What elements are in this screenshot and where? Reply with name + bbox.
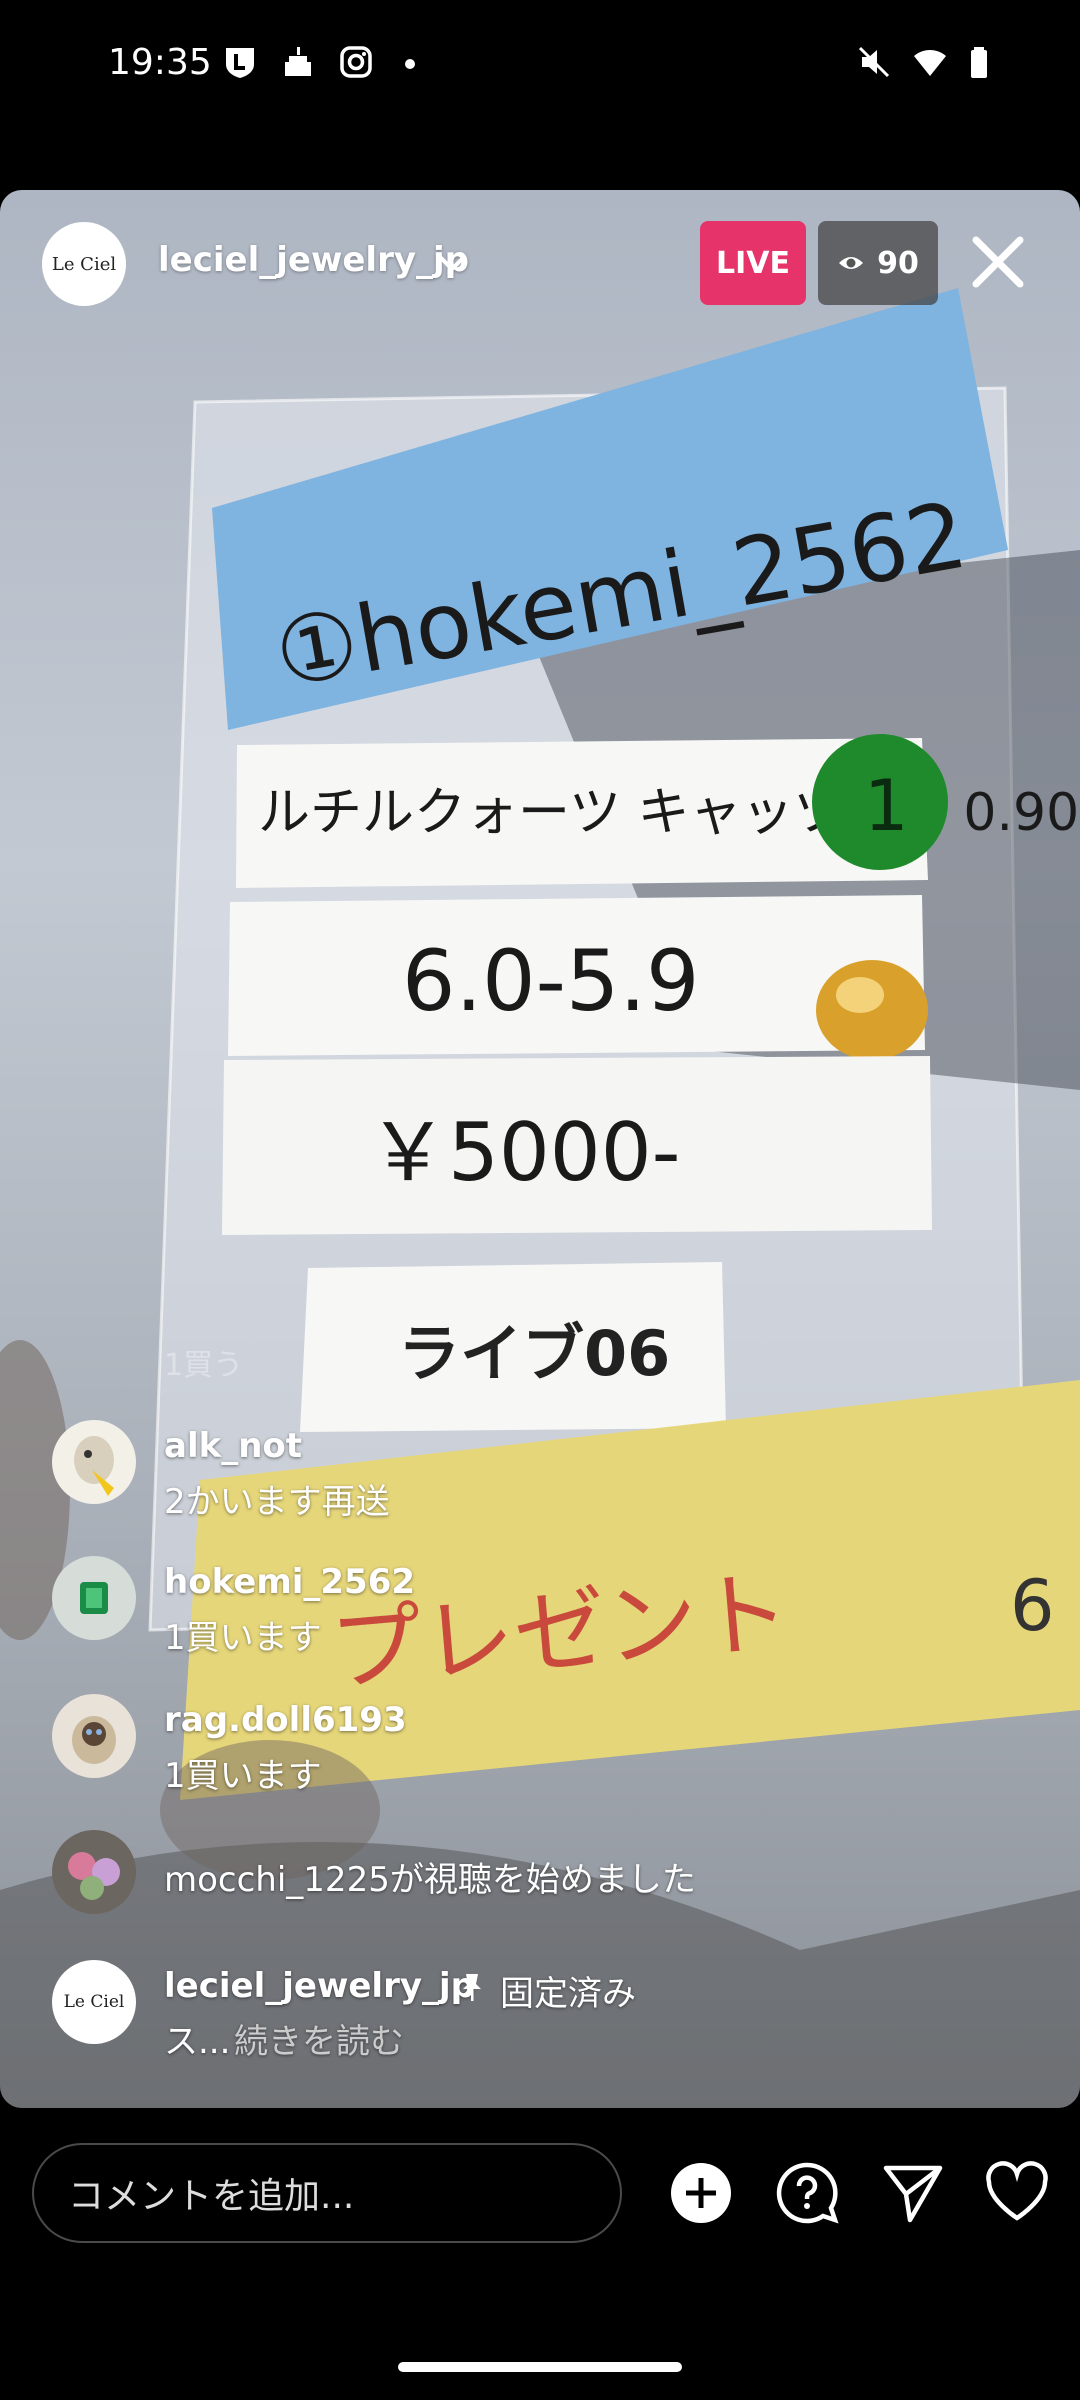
heart-icon[interactable] [984,2160,1050,2226]
instagram-icon [340,46,372,78]
avatar[interactable]: Le Ciel [42,222,126,306]
home-indicator[interactable] [398,2362,682,2372]
comment-text: 1買います [164,1756,322,1796]
status-bar: 19:35 [0,0,1080,135]
avatar-text: Le Ciel [51,253,117,275]
live-header: Le Ciel leciel_jewelry_jp LIVE 90 [0,190,1080,340]
mute-icon [858,46,890,78]
close-icon[interactable] [966,230,1030,294]
note-size-text: 6.0-5.9 [402,932,700,1030]
comment-input[interactable]: コメントを追加... [32,2143,622,2243]
host-username[interactable]: leciel_jewelry_jp [158,240,469,280]
comment-avatar[interactable] [52,1420,136,1504]
faded-comment: 1買う [164,1348,244,1383]
comment-avatar[interactable]: Le Ciel [52,1960,136,2044]
comment-avatar[interactable] [52,1556,136,1640]
wifi-icon [914,50,946,76]
bottom-bar: コメントを追加... [0,2108,1080,2400]
live-badge: LIVE [700,221,806,305]
battery-icon [971,47,987,78]
comment-username[interactable]: hokemi_2562 [164,1562,415,1602]
comment-text: 2かいます再送 [164,1482,390,1522]
comment-username[interactable]: rag.doll6193 [164,1700,407,1740]
chevron-down-icon[interactable] [436,252,468,274]
pin-icon [463,1974,481,2001]
note-live-text: ライブ06 [398,1317,670,1390]
eye-icon [839,257,864,269]
status-time: 19:35 [108,42,212,83]
cake-icon [285,47,311,76]
comment-avatar[interactable] [52,1694,136,1778]
number-sticker-text: 1 [864,765,909,847]
note-item-text: ルチルクォーツ キャッツアイ 0.90 [258,783,1079,843]
send-icon[interactable] [880,2160,946,2226]
read-more-link[interactable]: 続きを読む [234,2014,404,2063]
dot-icon [405,59,415,69]
comment-avatar-text: Le Ciel [63,1992,125,2012]
shield-icon [226,48,254,78]
live-video[interactable]: ①hokemi_2562 ルチルクォーツ キャッツアイ 0.90 1 6.0-5… [0,190,1080,2108]
question-icon[interactable] [774,2160,840,2226]
comment-text: 1買います [164,1618,322,1658]
comment-input-placeholder: コメントを追加... [68,2176,355,2217]
add-icon[interactable] [668,2160,734,2226]
comment-username[interactable]: alk_not [164,1426,302,1466]
note-price-text: ￥5000- [368,1106,680,1199]
viewer-count-badge[interactable]: 90 [818,221,938,305]
viewer-count: 90 [877,245,919,281]
join-notice-text: mocchi_1225が視聴を始めました [164,1860,696,1900]
pinned-label: 固定済み [500,1974,636,2014]
comment-avatar[interactable] [52,1830,136,1914]
pinned-text: ス... [164,2022,231,2062]
comment-username[interactable]: leciel_jewelry_jp [164,1966,475,2006]
note-present-number: 6 [1010,1565,1055,1647]
video-frame: ①hokemi_2562 ルチルクォーツ キャッツアイ 0.90 1 6.0-5… [0,288,1080,2108]
